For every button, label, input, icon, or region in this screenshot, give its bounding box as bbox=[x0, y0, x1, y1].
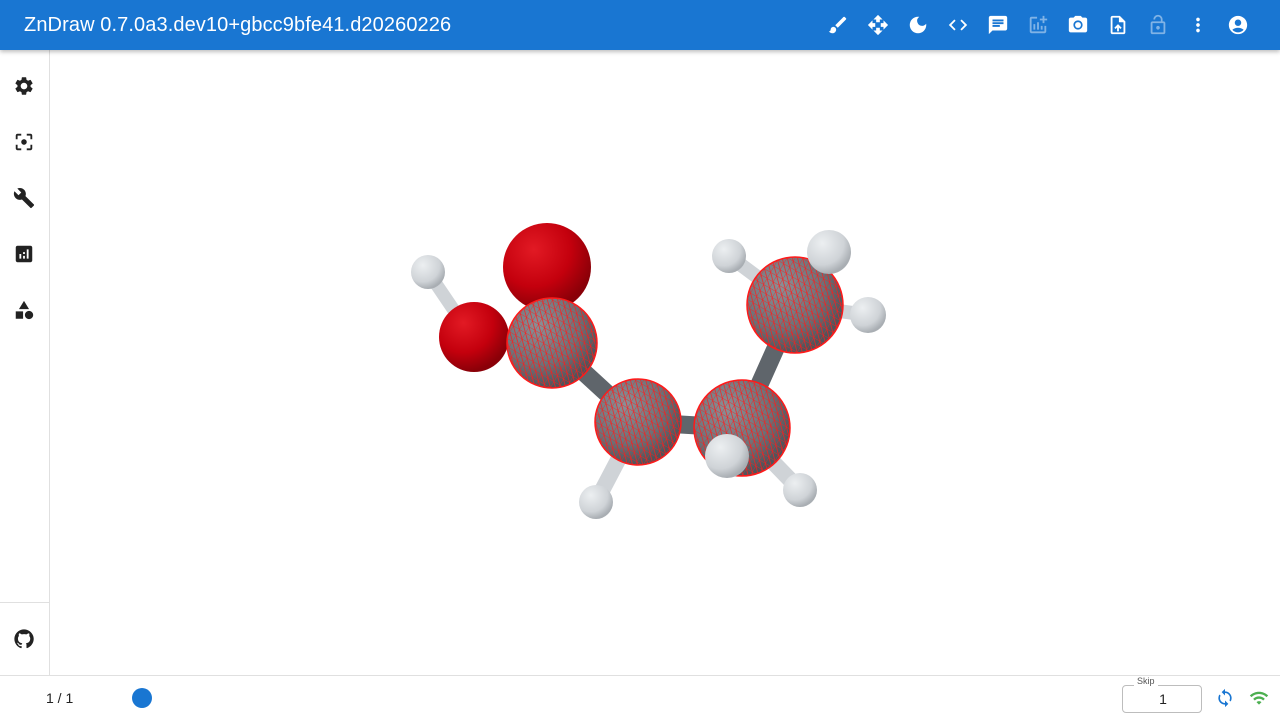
gear-icon bbox=[15, 77, 33, 95]
code-button[interactable] bbox=[938, 5, 978, 45]
brush-button[interactable] bbox=[818, 5, 858, 45]
file-upload-icon bbox=[1110, 15, 1126, 35]
frame-slider-thumb[interactable] bbox=[132, 688, 152, 708]
chat-button[interactable] bbox=[978, 5, 1018, 45]
atom-hydrogen[interactable] bbox=[807, 230, 851, 274]
atom-hydrogen[interactable] bbox=[850, 297, 886, 333]
account-icon bbox=[1228, 15, 1248, 35]
frame-counter: 1 / 1 bbox=[46, 690, 74, 706]
app-title: ZnDraw 0.7.0a3.dev10+gbcc9bfe41.d2026022… bbox=[24, 14, 452, 36]
lock-open-icon bbox=[1150, 14, 1166, 35]
add-plot-button[interactable] bbox=[1018, 5, 1058, 45]
github-icon bbox=[14, 629, 34, 649]
skip-label: Skip bbox=[1134, 676, 1158, 686]
wrench-icon bbox=[13, 188, 35, 209]
moon-icon bbox=[909, 16, 927, 34]
atom-carbon-selected[interactable] bbox=[506, 297, 598, 389]
atom-hydrogen[interactable] bbox=[783, 473, 817, 507]
account-button[interactable] bbox=[1218, 5, 1258, 45]
wifi-icon bbox=[1249, 691, 1269, 705]
lock-button[interactable] bbox=[1138, 5, 1178, 45]
shapes-icon bbox=[15, 300, 34, 320]
dark-mode-button[interactable] bbox=[898, 5, 938, 45]
screenshot-button[interactable] bbox=[1058, 5, 1098, 45]
atom-oxygen[interactable] bbox=[439, 302, 509, 372]
move-button[interactable] bbox=[858, 5, 898, 45]
sidebar-divider bbox=[0, 602, 49, 603]
center-focus-icon bbox=[15, 133, 33, 151]
analytics-icon bbox=[15, 245, 33, 263]
atom-hydrogen[interactable] bbox=[411, 255, 445, 289]
center-focus-button[interactable] bbox=[4, 122, 44, 162]
toolbar bbox=[818, 5, 1258, 45]
camera-icon bbox=[1068, 15, 1088, 33]
geometry-button[interactable] bbox=[4, 290, 44, 330]
more-vertical-icon bbox=[1196, 17, 1200, 33]
brush-icon bbox=[828, 16, 847, 34]
analysis-button[interactable] bbox=[4, 234, 44, 274]
code-icon bbox=[948, 19, 968, 31]
3d-viewport[interactable] bbox=[50, 50, 1280, 675]
atom-carbon-selected[interactable] bbox=[594, 378, 682, 466]
atom-hydrogen[interactable] bbox=[705, 434, 749, 478]
upload-button[interactable] bbox=[1098, 5, 1138, 45]
more-options-button[interactable] bbox=[1178, 5, 1218, 45]
connection-status bbox=[1248, 687, 1270, 709]
tools-button[interactable] bbox=[4, 178, 44, 218]
sync-icon bbox=[1218, 688, 1232, 708]
atom-hydrogen[interactable] bbox=[579, 485, 613, 519]
chat-icon bbox=[988, 15, 1008, 35]
sync-button[interactable] bbox=[1214, 687, 1236, 709]
add-chart-icon bbox=[1029, 15, 1048, 34]
move-arrows-icon bbox=[867, 14, 889, 36]
playback-bar: 1 / 1 Skip bbox=[0, 675, 1280, 721]
molecule-canvas[interactable] bbox=[50, 50, 1280, 675]
github-button[interactable] bbox=[4, 619, 44, 659]
sidebar bbox=[0, 50, 50, 675]
atom-hydrogen[interactable] bbox=[712, 239, 746, 273]
skip-input[interactable] bbox=[1123, 686, 1203, 712]
atoms bbox=[411, 223, 886, 519]
app-bar: ZnDraw 0.7.0a3.dev10+gbcc9bfe41.d2026022… bbox=[0, 0, 1280, 50]
settings-button[interactable] bbox=[4, 66, 44, 106]
